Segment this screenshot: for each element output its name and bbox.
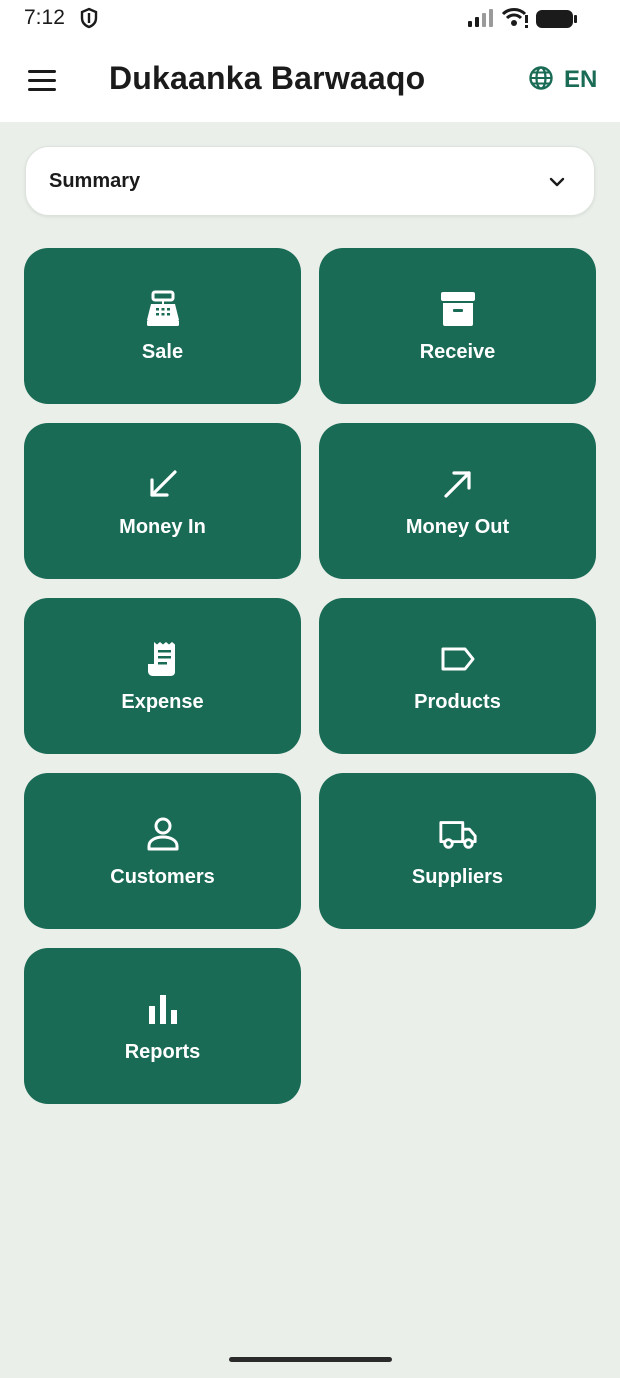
shield-icon	[79, 7, 99, 34]
tile-expense[interactable]: Expense	[24, 598, 301, 754]
app-bar: Dukaanka Barwaaqo EN	[0, 36, 620, 122]
tile-sale[interactable]: Sale	[24, 248, 301, 404]
hamburger-icon	[28, 69, 56, 73]
wifi-icon	[501, 7, 529, 34]
summary-dropdown-label: Summary	[49, 170, 141, 192]
tag-icon	[438, 639, 478, 679]
bar-chart-icon	[143, 989, 183, 1029]
tile-customers[interactable]: Customers	[24, 773, 301, 929]
status-time: 7:12	[24, 6, 65, 29]
tile-label: Expense	[121, 690, 204, 713]
cash-register-icon	[143, 289, 183, 329]
status-bar: 7:12	[0, 0, 620, 36]
tile-label: Receive	[419, 340, 496, 363]
language-label: EN	[564, 66, 598, 93]
truck-icon	[438, 814, 478, 854]
tile-label: Money Out	[405, 515, 510, 538]
action-grid: Sale Receive Money In Money Out Expense …	[24, 248, 596, 1104]
tile-label: Products	[414, 690, 501, 713]
home-indicator[interactable]	[229, 1357, 392, 1362]
receipt-icon	[143, 639, 183, 679]
tile-label: Sale	[141, 340, 184, 363]
tile-receive[interactable]: Receive	[319, 248, 596, 404]
tile-label: Suppliers	[411, 865, 504, 888]
tile-label: Money In	[119, 515, 206, 538]
menu-button[interactable]	[22, 60, 62, 100]
archive-box-icon	[438, 289, 478, 329]
tile-label: Customers	[110, 865, 215, 888]
arrow-down-left-icon	[143, 464, 183, 504]
summary-dropdown[interactable]: Summary	[25, 146, 595, 216]
battery-icon	[536, 9, 578, 34]
tile-reports[interactable]: Reports	[24, 948, 301, 1104]
person-icon	[143, 814, 183, 854]
tile-money-out[interactable]: Money Out	[319, 423, 596, 579]
globe-icon	[528, 65, 554, 96]
tile-money-in[interactable]: Money In	[24, 423, 301, 579]
tile-products[interactable]: Products	[319, 598, 596, 754]
page-title: Dukaanka Barwaaqo	[109, 60, 426, 96]
language-button[interactable]: EN	[528, 64, 597, 96]
chevron-down-icon	[546, 171, 568, 198]
tile-suppliers[interactable]: Suppliers	[319, 773, 596, 929]
arrow-up-right-icon	[438, 464, 478, 504]
signal-icon	[467, 8, 495, 33]
tile-label: Reports	[124, 1040, 201, 1063]
